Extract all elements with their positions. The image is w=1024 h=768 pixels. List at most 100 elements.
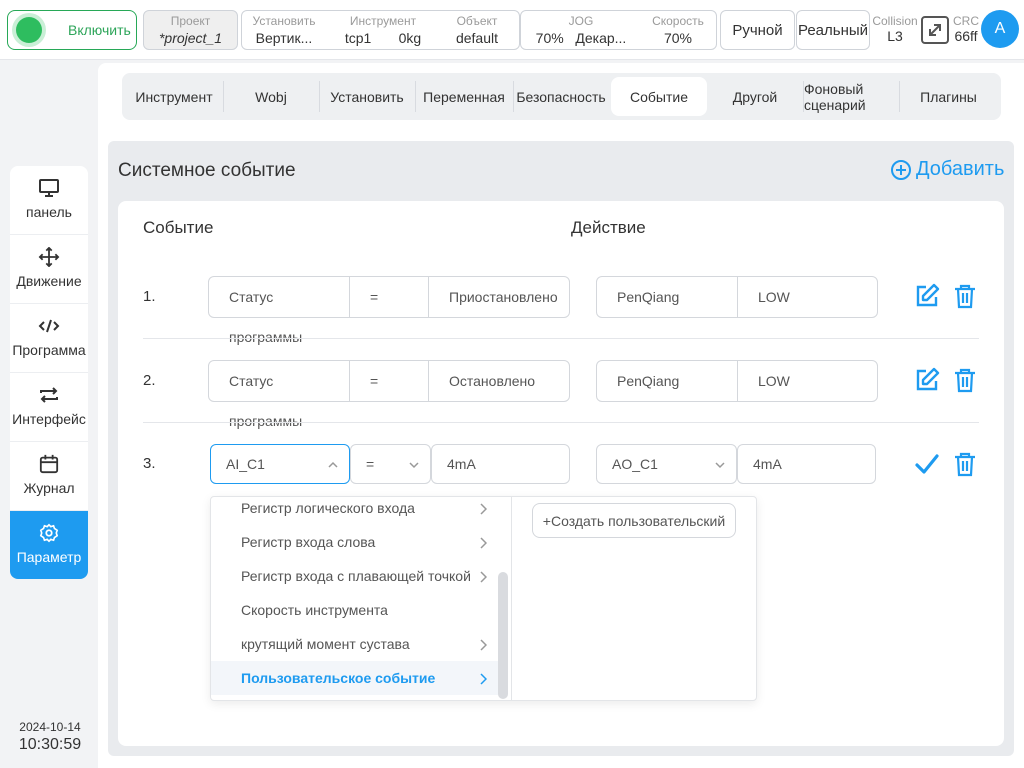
tab-safety[interactable]: Безопасность bbox=[514, 77, 608, 116]
jog-caption: JOG bbox=[568, 14, 594, 28]
condition-value: Остановлено bbox=[449, 373, 536, 389]
condition-source-select[interactable]: AI_C1 bbox=[210, 444, 350, 484]
top-bar: Включить Проект *project_1 Установить Ве… bbox=[0, 0, 1024, 60]
condition-operator: = bbox=[350, 277, 429, 317]
dropdown-item-custom-event[interactable]: Пользовательское событие bbox=[211, 661, 501, 695]
collision-status: Collision L3 bbox=[872, 14, 918, 44]
row-divider bbox=[143, 422, 979, 423]
row-number: 1. bbox=[143, 288, 156, 305]
chevron-right-icon bbox=[480, 639, 487, 651]
dropdown-item-tool-speed[interactable]: Скорость инструмента bbox=[211, 593, 501, 627]
monitor-icon bbox=[39, 179, 59, 197]
calendar-icon bbox=[39, 454, 59, 474]
gear-icon bbox=[39, 523, 59, 543]
event-action-field: PenQiang LOW bbox=[596, 276, 878, 318]
action-value: LOW bbox=[758, 373, 790, 389]
dropdown-scrollbar[interactable] bbox=[498, 572, 508, 699]
chevron-right-icon bbox=[480, 537, 487, 549]
sidebar-item-motion[interactable]: Движение bbox=[10, 235, 88, 304]
action-value-input[interactable]: 4mA bbox=[737, 444, 876, 484]
chevron-right-icon bbox=[480, 673, 487, 685]
edit-icon[interactable] bbox=[914, 283, 940, 309]
sidebar-item-label: Параметр bbox=[16, 549, 82, 565]
jog-frame: Декар... bbox=[575, 30, 627, 46]
condition-value: Приостановлено bbox=[449, 289, 558, 305]
sidebar-item-label: Программа bbox=[12, 342, 86, 358]
action-target-select[interactable]: AO_C1 bbox=[596, 444, 737, 484]
tab-background-script[interactable]: Фоновый сценарий bbox=[804, 77, 896, 116]
delete-icon[interactable] bbox=[952, 367, 978, 393]
row-number: 2. bbox=[143, 372, 156, 389]
edit-icon[interactable] bbox=[914, 367, 940, 393]
action-target-value: AO_C1 bbox=[612, 456, 658, 472]
action-value-text: 4mA bbox=[753, 456, 782, 472]
sidebar-item-interface[interactable]: Интерфейс bbox=[10, 373, 88, 442]
power-button[interactable]: Включить bbox=[7, 10, 137, 50]
row-number: 3. bbox=[143, 455, 156, 472]
tab-variable[interactable]: Переменная bbox=[416, 77, 512, 116]
chevron-down-icon bbox=[409, 462, 419, 469]
condition-value-continued: программы bbox=[229, 329, 303, 345]
sidebar-item-program[interactable]: Программа bbox=[10, 304, 88, 373]
tab-wobj[interactable]: Wobj bbox=[224, 77, 318, 116]
object-caption: Объект bbox=[456, 14, 498, 28]
action-target: PenQiang bbox=[597, 361, 738, 401]
condition-source: Статус bbox=[209, 277, 350, 317]
manual-mode-button[interactable]: Ручной bbox=[720, 10, 795, 50]
dropdown-category-list: Регистр логического входа Регистр входа … bbox=[211, 497, 512, 700]
dropdown-item-label: Регистр входа слова bbox=[241, 534, 376, 550]
event-source-dropdown: Регистр логического входа Регистр входа … bbox=[210, 496, 757, 701]
create-custom-event-button[interactable]: +Создать пользовательский bbox=[532, 503, 736, 538]
sidebar-item-log[interactable]: Журнал bbox=[10, 442, 88, 511]
jog-chip[interactable]: JOG 70% Декар... Скорость 70% bbox=[520, 10, 717, 50]
sidebar-item-label: Движение bbox=[16, 273, 82, 289]
event-condition-field: Статус = Остановлено bbox=[208, 360, 570, 402]
delete-icon[interactable] bbox=[952, 283, 978, 309]
condition-value-input[interactable]: 4mA bbox=[431, 444, 570, 484]
dropdown-item-joint-torque[interactable]: крутящий момент сустава bbox=[211, 627, 501, 661]
sidebar-item-panel[interactable]: панель bbox=[10, 166, 88, 235]
sidebar: панель Движение Программа Интерфейс Журн… bbox=[10, 166, 88, 579]
project-value: *project_1 bbox=[158, 30, 223, 46]
dropdown-item-float-input-register[interactable]: Регистр входа с плавающей точкой bbox=[211, 559, 501, 593]
tab-other[interactable]: Другой bbox=[710, 77, 800, 116]
condition-value-text: 4mA bbox=[447, 456, 476, 472]
delete-icon[interactable] bbox=[952, 451, 978, 477]
install-value: Вертик... bbox=[255, 30, 313, 46]
expand-icon[interactable] bbox=[921, 16, 949, 44]
project-chip[interactable]: Проект *project_1 bbox=[143, 10, 238, 50]
tab-plugins[interactable]: Плагины bbox=[900, 77, 997, 116]
tab-install[interactable]: Установить bbox=[320, 77, 414, 116]
dropdown-item-logic-input-register[interactable]: Регистр логического входа bbox=[211, 497, 501, 525]
tool-load: 0kg bbox=[398, 30, 422, 46]
sidebar-item-label: панель bbox=[26, 204, 72, 220]
condition-operator: = bbox=[350, 361, 429, 401]
power-button-label: Включить bbox=[68, 22, 131, 38]
condition-operator-select[interactable]: = bbox=[350, 444, 431, 484]
swap-icon bbox=[40, 387, 58, 403]
event-action-field: PenQiang LOW bbox=[596, 360, 878, 402]
condition-operator-value: = bbox=[366, 456, 375, 472]
action-target: PenQiang bbox=[597, 277, 738, 317]
collision-value: L3 bbox=[887, 28, 903, 44]
chevron-right-icon bbox=[480, 503, 487, 515]
dropdown-item-word-input-register[interactable]: Регистр входа слова bbox=[211, 525, 501, 559]
dropdown-item-label: Скорость инструмента bbox=[241, 602, 388, 618]
power-status-icon bbox=[16, 17, 42, 43]
project-caption: Проект bbox=[170, 14, 211, 28]
move-icon bbox=[38, 247, 60, 267]
condition-value-continued: программы bbox=[229, 413, 303, 429]
real-mode-button[interactable]: Реальный bbox=[796, 10, 870, 50]
dropdown-item-label: Пользовательское событие bbox=[241, 670, 436, 686]
add-event-button[interactable]: Добавить bbox=[890, 158, 1004, 181]
object-value: default bbox=[455, 30, 499, 46]
config-chip[interactable]: Установить Вертик... Инструмент tcp1 0kg… bbox=[241, 10, 520, 50]
tab-tool[interactable]: Инструмент bbox=[126, 77, 222, 116]
sidebar-item-parameter[interactable]: Параметр bbox=[10, 511, 88, 579]
user-avatar[interactable]: A bbox=[981, 10, 1019, 48]
settings-tabs: Инструмент Wobj Установить Переменная Бе… bbox=[122, 73, 1001, 120]
tab-event[interactable]: Событие bbox=[611, 77, 707, 116]
sidebar-item-label: Журнал bbox=[23, 480, 75, 496]
clock: 2024-10-14 10:30:59 bbox=[10, 720, 90, 754]
confirm-check-icon[interactable] bbox=[914, 451, 940, 477]
